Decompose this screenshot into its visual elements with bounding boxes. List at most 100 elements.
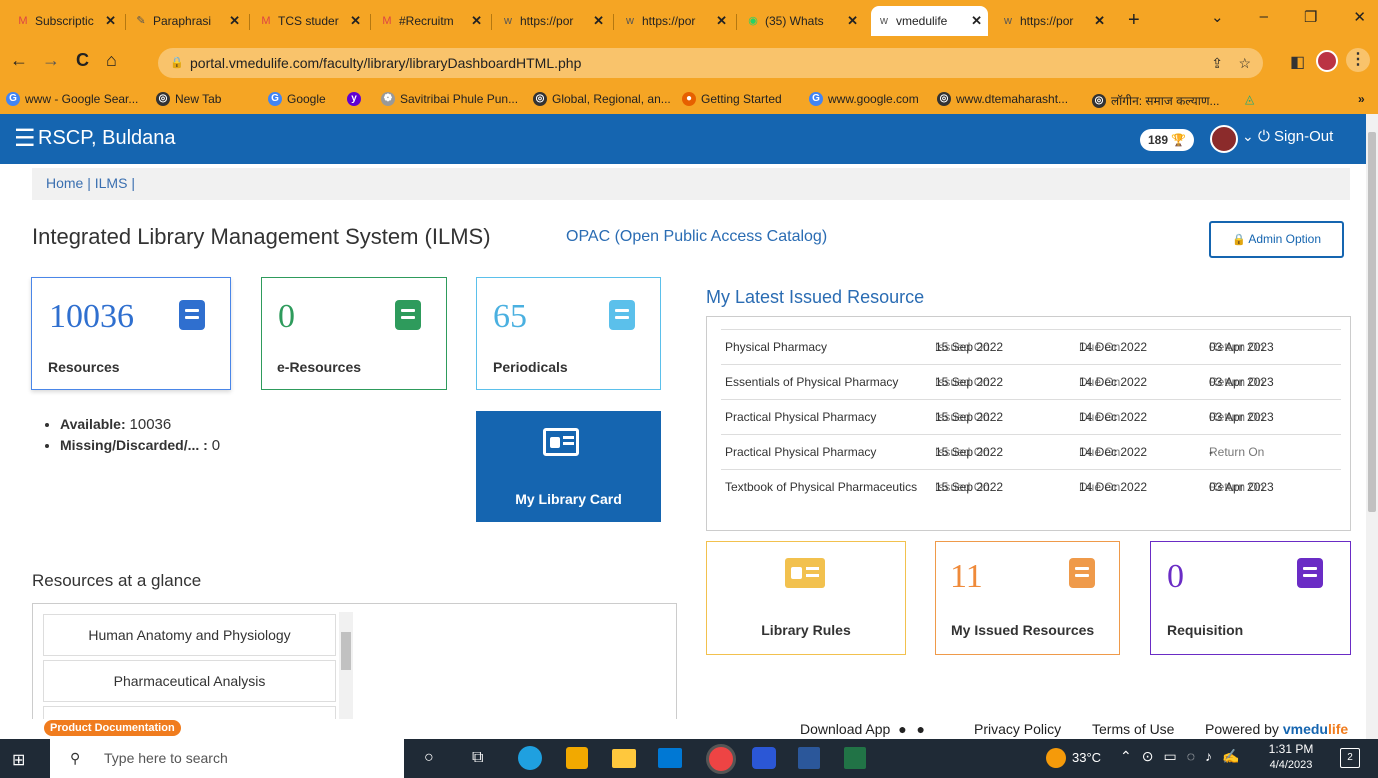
bookmark-item[interactable]: ◬ [1245,92,1254,106]
breadcrumb[interactable]: Home | ILMS | [32,168,1350,200]
clock-date[interactable]: 4/4/2023 [1268,759,1314,771]
page-title: Integrated Library Management System (IL… [32,224,491,249]
weather-icon[interactable] [1046,748,1066,768]
bookmark-item[interactable]: ◎ www.dtemaharasht... [937,92,1068,106]
bookmark-item[interactable]: ◎ New Tab [156,92,221,106]
close-tab-icon[interactable]: ✕ [847,13,858,29]
new-tab-button[interactable]: + [1128,9,1140,32]
profile-avatar[interactable] [1316,50,1338,72]
bookmark-label: Global, Regional, an... [552,92,671,106]
bookmark-item[interactable]: Gwww.google.com [809,92,919,106]
taskbar-search[interactable]: ⚲ Type here to search [50,739,404,778]
eresources-card[interactable]: 0 e-Resources [261,277,447,390]
bookmark-item[interactable]: ● Getting Started [682,92,782,106]
periodicals-card[interactable]: 65 Periodicals [476,277,661,390]
close-tab-icon[interactable]: ✕ [350,13,361,29]
sidepanel-icon[interactable]: ◧ [1290,52,1305,72]
home-icon[interactable]: ⌂ [106,50,117,71]
terms-link[interactable]: Terms of Use [1092,721,1174,737]
issued-list: Physical Pharmacy Issued On 15 Sep 2022 Du… [706,316,1351,531]
excel-icon[interactable] [844,747,866,769]
more-bookmarks-icon[interactable]: » [1358,92,1365,106]
clock-time[interactable]: 1:31 PM [1268,742,1314,756]
mail-icon[interactable] [658,748,682,768]
library-card-button[interactable]: My Library Card [476,411,661,522]
eresources-count: 0 [278,298,295,335]
bookmark-item[interactable]: ◎ Global, Regional, an... [533,92,671,106]
url-bar[interactable]: 🔒 portal.vmedulife.com/faculty/library/l… [158,48,1263,78]
bookmark-item[interactable]: ❁ Savitribai Phule Pun... [381,92,518,106]
privacy-link[interactable]: Privacy Policy [974,721,1061,737]
minimize-icon[interactable]: – [1260,8,1268,26]
menu-dots-icon[interactable]: ⋮ [1346,48,1370,72]
reload-icon[interactable]: C [76,50,89,71]
user-avatar[interactable] [1210,125,1238,153]
download-app-link[interactable]: Download App ● ● [800,721,925,737]
notification-icon[interactable]: 2 [1340,748,1360,768]
menu-icon[interactable]: ☰ [14,124,36,153]
library-rules-card[interactable]: Library Rules [706,541,906,655]
list-scrollbar[interactable] [339,612,353,723]
table-row[interactable]: Practical Physical Pharmacy Issued On 15 … [721,434,1341,469]
chevron-down-icon[interactable]: ⌄ [1242,128,1254,145]
table-row[interactable]: Essentials of Physical Pharmacy Issued On… [721,364,1341,399]
star-icon[interactable]: ☆ [1238,48,1251,78]
product-doc-button[interactable]: Product Documentation [44,720,181,736]
store-icon[interactable] [566,747,588,769]
close-tab-icon[interactable]: ✕ [471,13,482,29]
close-tab-icon[interactable]: ✕ [593,13,604,29]
list-item[interactable]: Human Anatomy and Physiology [43,614,336,656]
android-icon[interactable]: ● [898,721,906,737]
back-icon[interactable]: ← [10,50,28,71]
forward-icon[interactable]: → [42,50,60,71]
cortana-icon[interactable]: ○ [424,749,434,767]
windows-start-icon[interactable]: ⊞ [12,750,25,770]
close-tab-icon[interactable]: ✕ [971,13,982,29]
points-badge[interactable]: 189 🏆 [1140,129,1195,151]
signout-button[interactable]: ⏻ Sign-Out [1258,128,1333,145]
tab-8[interactable]: ᴡ https://por ✕ [995,6,1111,36]
file-explorer-icon[interactable] [612,749,636,768]
tab-5[interactable]: ᴡ https://por ✕ [617,6,733,36]
system-tray-icons[interactable]: ⌃⊙▭◌♪✍ [1120,748,1249,765]
tab-title: https://por [642,14,696,28]
close-tab-icon[interactable]: ✕ [229,13,240,29]
issued-date: 15 Sep 2022 [935,375,1004,389]
task-view-icon[interactable]: ⧉ [472,749,483,767]
tab-search-icon[interactable]: ⌄ [1211,8,1224,26]
tab-4[interactable]: ᴡ https://por ✕ [495,6,610,36]
close-tab-icon[interactable]: ✕ [1094,13,1105,29]
chrome-icon[interactable] [706,744,736,774]
bookmark-item[interactable]: Gwww - Google Sear... [6,92,138,106]
tab-6[interactable]: ◉ (35) Whats ✕ [740,6,864,36]
share-icon[interactable]: ⇪ [1211,48,1223,78]
requisition-card[interactable]: 0 Requisition [1150,541,1351,655]
page-scrollbar[interactable] [1366,114,1378,739]
bookmark-item[interactable]: ◎ लॉगीन: समाज कल्याण... [1092,92,1220,109]
tab-0[interactable]: M Subscriptic ✕ [10,6,122,36]
tab-1[interactable]: ✎ Paraphrasi ✕ [128,6,246,36]
word-icon[interactable] [798,747,820,769]
edge-icon[interactable] [518,746,542,770]
resources-card[interactable]: 10036 Resources [31,277,231,390]
tab-7[interactable]: ᴡ vmedulife ✕ [871,6,988,36]
bookmark-item[interactable]: y [347,92,366,106]
table-row[interactable]: Textbook of Physical Pharmaceutics Issued… [721,469,1341,504]
webex-icon[interactable] [752,747,776,769]
restore-icon[interactable]: ❐ [1304,8,1317,26]
my-issued-card[interactable]: 11 My Issued Resources [935,541,1120,655]
opac-link[interactable]: OPAC (Open Public Access Catalog) [566,228,827,246]
table-row[interactable]: Physical Pharmacy Issued On 15 Sep 2022 Du… [721,329,1341,364]
close-tab-icon[interactable]: ✕ [105,13,116,29]
admin-option-button[interactable]: 🔒 Admin Option [1209,221,1344,258]
close-tab-icon[interactable]: ✕ [716,13,727,29]
temperature[interactable]: 33°C [1072,750,1101,765]
list-item[interactable]: Pharmaceutical Analysis [43,660,336,702]
bookmark-item[interactable]: G Google [268,92,326,106]
tab-2[interactable]: M TCS studer ✕ [253,6,367,36]
close-window-icon[interactable]: ✕ [1353,8,1366,26]
tab-3[interactable]: M #Recruitm ✕ [374,6,488,36]
apple-icon[interactable]: ● [917,721,925,737]
table-row[interactable]: Practical Physical Pharmacy Issued On 15 … [721,399,1341,434]
requisition-label: Requisition [1167,622,1244,638]
